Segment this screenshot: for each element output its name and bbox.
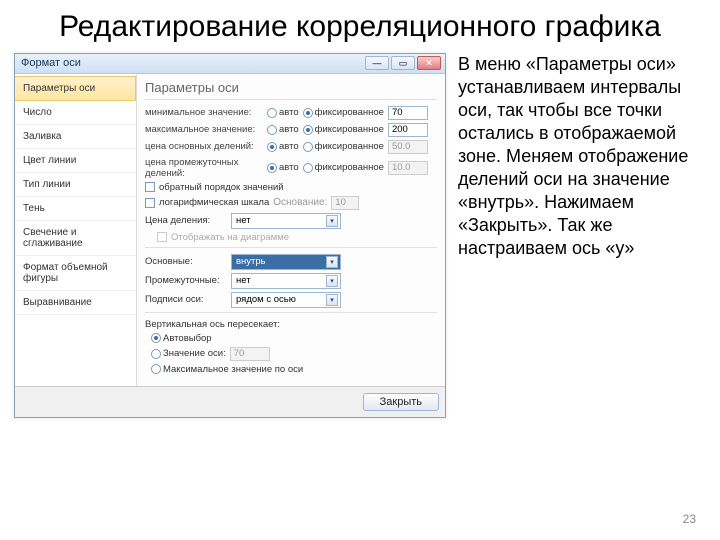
display-unit-combo[interactable]: нет▾ <box>231 213 341 229</box>
cross-max-radio[interactable]: Максимальное значение по оси <box>151 364 303 375</box>
close-button[interactable]: Закрыть <box>363 393 439 411</box>
dialog-titlebar: Формат оси — ▭ ✕ <box>15 54 445 74</box>
log-base-input <box>331 196 359 210</box>
min-auto-radio[interactable]: авто <box>267 107 299 118</box>
major-tick-combo[interactable]: внутрь▾ <box>231 254 341 270</box>
display-unit-label: Цена деления: <box>145 215 225 226</box>
show-unit-checkbox: Отображать на диаграмме <box>157 232 289 243</box>
sidebar-item-axis-options[interactable]: Параметры оси <box>15 76 136 101</box>
minor-fixed-radio[interactable]: фиксированное <box>303 162 384 173</box>
sidebar-item-line-color[interactable]: Цвет линии <box>15 149 136 173</box>
minor-unit-label: цена промежуточных делений: <box>145 157 263 179</box>
chevron-down-icon: ▾ <box>326 294 338 306</box>
slide-title: Редактирование корреляционного графика <box>0 0 720 45</box>
sidebar-item-line-style[interactable]: Тип линии <box>15 173 136 197</box>
log-checkbox[interactable]: логарифмическая шкала <box>145 197 269 208</box>
chevron-down-icon: ▾ <box>326 256 338 268</box>
cross-value-radio[interactable]: Значение оси: <box>151 348 226 359</box>
minor-auto-radio[interactable]: авто <box>267 162 299 173</box>
axis-format-dialog: Формат оси — ▭ ✕ Параметры оси Число Зал… <box>14 53 446 418</box>
sidebar-item-align[interactable]: Выравнивание <box>15 291 136 315</box>
chevron-down-icon: ▾ <box>326 215 338 227</box>
sidebar-item-3d[interactable]: Формат объемной фигуры <box>15 256 136 291</box>
cross-value-input <box>230 347 270 361</box>
sidebar-item-glow[interactable]: Свечение и сглаживание <box>15 221 136 256</box>
dialog-title: Формат оси <box>21 57 363 69</box>
minimize-button[interactable]: — <box>365 56 389 70</box>
minor-tick-combo[interactable]: нет▾ <box>231 273 341 289</box>
page-number: 23 <box>683 512 696 526</box>
major-unit-label: цена основных делений: <box>145 141 263 152</box>
sidebar-item-shadow[interactable]: Тень <box>15 197 136 221</box>
close-window-button[interactable]: ✕ <box>417 56 441 70</box>
axis-labels-label: Подписи оси: <box>145 294 225 305</box>
log-base-label: Основание: <box>273 197 327 208</box>
category-sidebar: Параметры оси Число Заливка Цвет линии Т… <box>15 74 137 386</box>
sidebar-item-fill[interactable]: Заливка <box>15 125 136 149</box>
chevron-down-icon: ▾ <box>326 275 338 287</box>
max-label: максимальное значение: <box>145 124 263 135</box>
dialog-button-bar: Закрыть <box>15 386 445 417</box>
explanation-text: В меню «Параметры оси» устанавливаем инт… <box>458 53 706 418</box>
max-value-input[interactable] <box>388 123 428 137</box>
min-fixed-radio[interactable]: фиксированное <box>303 107 384 118</box>
reverse-checkbox[interactable]: обратный порядок значений <box>145 182 284 193</box>
minor-tick-label: Промежуточные: <box>145 275 225 286</box>
panel-heading: Параметры оси <box>145 80 437 100</box>
major-fixed-radio[interactable]: фиксированное <box>303 141 384 152</box>
min-value-input[interactable] <box>388 106 428 120</box>
major-tick-label: Основные: <box>145 256 225 267</box>
axis-labels-combo[interactable]: рядом с осью▾ <box>231 292 341 308</box>
axis-options-panel: Параметры оси минимальное значение: авто… <box>137 74 445 386</box>
cross-heading: Вертикальная ось пересекает: <box>145 319 437 330</box>
min-label: минимальное значение: <box>145 107 263 118</box>
sidebar-item-number[interactable]: Число <box>15 101 136 125</box>
major-auto-radio[interactable]: авто <box>267 141 299 152</box>
max-fixed-radio[interactable]: фиксированное <box>303 124 384 135</box>
cross-auto-radio[interactable]: Автовыбор <box>151 333 212 344</box>
max-auto-radio[interactable]: авто <box>267 124 299 135</box>
maximize-button[interactable]: ▭ <box>391 56 415 70</box>
minor-value-input <box>388 161 428 175</box>
major-value-input <box>388 140 428 154</box>
